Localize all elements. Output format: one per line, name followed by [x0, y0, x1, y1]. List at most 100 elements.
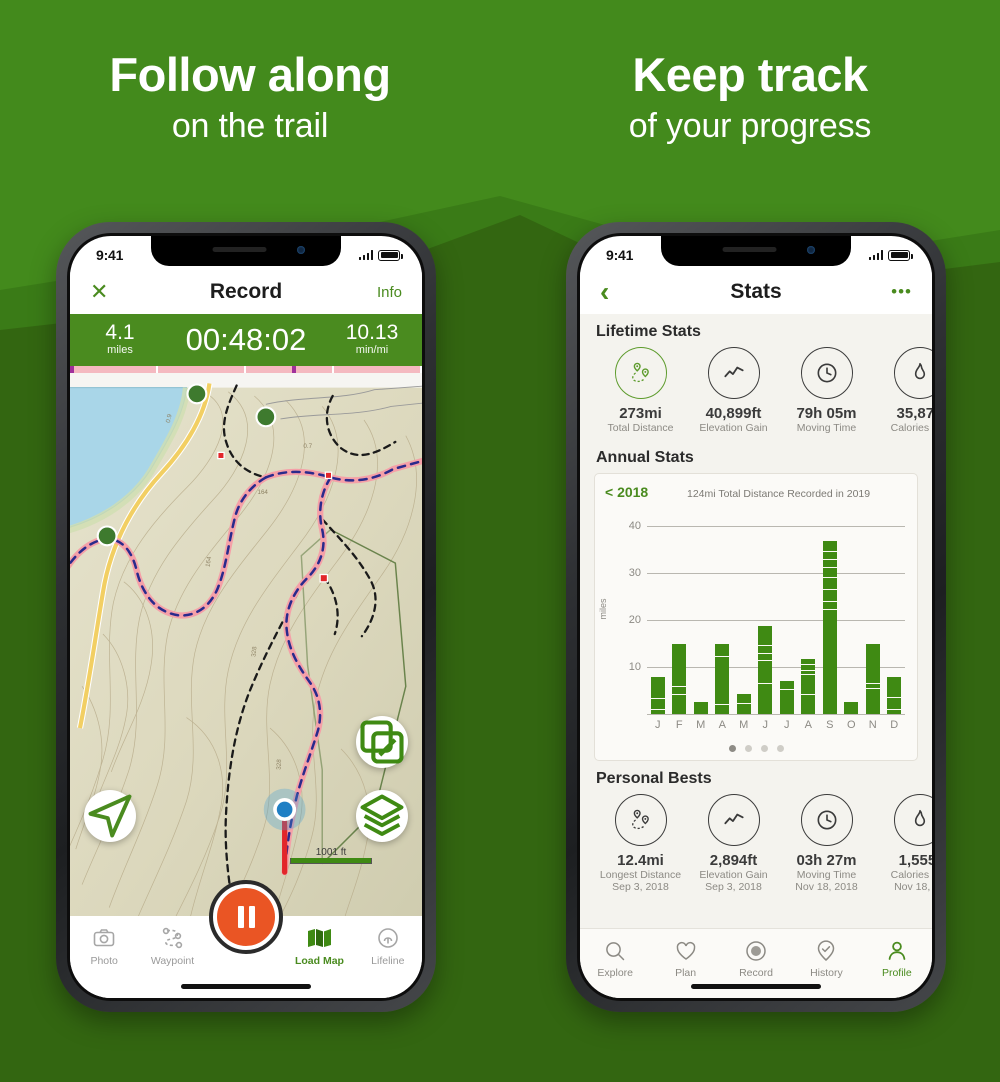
svg-text:0.7: 0.7	[303, 443, 312, 450]
tab-profile[interactable]: Profile	[862, 938, 932, 979]
chart-bar-segment	[758, 653, 773, 660]
pagination-dot[interactable]	[744, 745, 752, 752]
pagination-dot[interactable]	[728, 745, 736, 752]
stat-date: Nov 18, 2018	[795, 881, 858, 893]
headline-main-right: Keep track	[632, 48, 868, 101]
chart-x-tick: J	[762, 719, 769, 731]
tab-label: Photo	[90, 955, 118, 967]
stat-date: Nov 18, 20	[894, 881, 932, 893]
chart-x-tick: J	[655, 719, 661, 731]
stat-label: Elevation Gain	[699, 869, 768, 881]
back-chevron-icon[interactable]: ‹	[600, 278, 609, 306]
chart-y-tick: 30	[628, 566, 641, 579]
section-title-annual: Annual Stats	[596, 449, 694, 466]
tab-label: Lifeline	[371, 955, 405, 967]
pb-moving-time[interactable]: 03h 27m Moving Time Nov 18, 2018	[780, 794, 873, 893]
chart-bar	[715, 644, 730, 715]
chart-bar-column	[776, 508, 798, 715]
map-scale-line	[290, 858, 372, 864]
page-title-record: Record	[209, 280, 283, 303]
tab-record[interactable]: Record	[721, 938, 791, 979]
phone-record-screen: 9:41 ✕ Record Info 4.1 miles 00:48:02 10…	[56, 222, 436, 1012]
lifetime-stat-calories[interactable]: 35,874 Calories Bur	[873, 347, 932, 434]
chart-bar-segment	[650, 697, 665, 709]
stat-value: 273mi	[619, 405, 662, 422]
chart-bar-segment	[801, 674, 816, 694]
stat-value: 12.4mi	[617, 852, 664, 869]
close-icon[interactable]: ✕	[90, 281, 108, 303]
locate-button[interactable]	[84, 790, 136, 842]
chart-bar-segment	[779, 681, 794, 690]
chart-year-nav[interactable]: < 2018	[605, 484, 687, 500]
chart-bar-segment	[822, 540, 837, 551]
tab-explore[interactable]: Explore	[580, 938, 650, 979]
chart-bar-column	[841, 508, 863, 715]
tab-lifeline[interactable]: Lifeline	[354, 925, 422, 967]
lifetime-stat-elevation-gain[interactable]: 40,899ft Elevation Gain	[687, 347, 780, 434]
front-camera-icon	[297, 246, 305, 254]
chart-x-tick: M	[739, 719, 749, 731]
camera-icon	[70, 925, 138, 951]
signal-bars-icon	[868, 250, 883, 260]
lifeline-icon	[354, 925, 422, 951]
pause-record-button[interactable]	[209, 880, 283, 954]
nav-bar-stats: ‹ Stats •••	[580, 270, 932, 314]
tab-plan[interactable]: Plan	[650, 938, 720, 979]
lifetime-stat-moving-time[interactable]: 79h 05m Moving Time	[780, 347, 873, 434]
overlay-button[interactable]	[356, 716, 408, 768]
trail-map[interactable]: 0.9 0.7 164 164 328 328 1001 ft	[70, 373, 422, 916]
tab-label: Explore	[597, 967, 633, 979]
pb-longest-distance[interactable]: 12.4mi Longest Distance Sep 3, 2018	[594, 794, 687, 893]
chart-y-tick: 20	[628, 613, 641, 626]
chart-pagination-dots[interactable]	[605, 741, 907, 752]
chart-bar-segment	[822, 566, 837, 578]
layers-button[interactable]	[356, 790, 408, 842]
annual-bar-chart: miles 10 20 30 40 JFMAMJJASOND	[598, 508, 907, 741]
pb-elevation-gain[interactable]: 2,894ft Elevation Gain Sep 3, 2018	[687, 794, 780, 893]
screen-left: 9:41 ✕ Record Info 4.1 miles 00:48:02 10…	[70, 236, 422, 998]
chart-y-axis-label: miles	[598, 597, 608, 619]
svg-text:328: 328	[250, 646, 258, 658]
stat-label: Calories Bur	[890, 869, 932, 881]
tab-load-map[interactable]: Load Map	[285, 925, 353, 967]
chart-bar-segment	[758, 644, 773, 654]
stats-scroll-area[interactable]: Lifetime Stats 273mi Total Distance 40,8…	[580, 314, 932, 928]
info-button[interactable]: Info	[377, 284, 402, 301]
chart-bar-segment	[715, 644, 730, 657]
tab-label: Plan	[675, 967, 697, 979]
route-pins-icon	[614, 794, 667, 846]
stack-layers-icon	[360, 794, 404, 836]
tab-history[interactable]: History	[791, 938, 861, 979]
personal-bests-row: 12.4mi Longest Distance Sep 3, 2018 2,89…	[580, 794, 932, 899]
chart-bar-segment	[672, 693, 687, 715]
more-options-icon[interactable]: •••	[891, 282, 912, 302]
progress-marker	[70, 366, 74, 373]
chart-bar-segment	[865, 644, 880, 684]
chart-bar	[736, 693, 751, 715]
stat-label: Calories Bur	[890, 422, 932, 434]
chart-x-axis: JFMAMJJASOND	[647, 719, 905, 731]
home-indicator	[181, 984, 311, 989]
chart-bar-column	[647, 508, 669, 715]
chart-bar-segment	[887, 696, 902, 709]
pagination-dot[interactable]	[776, 745, 784, 752]
activity-progress-strip	[70, 366, 422, 373]
chart-bar-segment	[736, 693, 751, 704]
lifetime-stat-total-distance[interactable]: 273mi Total Distance	[594, 347, 687, 434]
pb-calories[interactable]: 1,555. Calories Bur Nov 18, 20	[873, 794, 932, 893]
chart-bar-segment	[822, 600, 837, 609]
tab-photo[interactable]: Photo	[70, 925, 138, 967]
chart-summary: 124mi Total Distance Recorded in 2019	[687, 488, 871, 500]
chart-bar	[801, 658, 816, 715]
nav-bar-record: ✕ Record Info	[70, 270, 422, 314]
chart-x-tick: F	[675, 719, 683, 731]
chart-bar-segment	[822, 577, 837, 589]
chart-bar-segment	[650, 677, 665, 698]
route-pins-icon	[614, 347, 667, 399]
annual-stats-chart-card[interactable]: < 2018 124mi Total Distance Recorded in …	[594, 473, 918, 761]
phone-bezel-right: 9:41 ‹ Stats ••• Lifetime Stats 273mi To…	[577, 233, 935, 1001]
tab-waypoint[interactable]: Waypoint	[138, 925, 206, 967]
clock-icon	[800, 794, 853, 846]
pagination-dot[interactable]	[760, 745, 768, 752]
phone-stats-screen: 9:41 ‹ Stats ••• Lifetime Stats 273mi To…	[566, 222, 946, 1012]
